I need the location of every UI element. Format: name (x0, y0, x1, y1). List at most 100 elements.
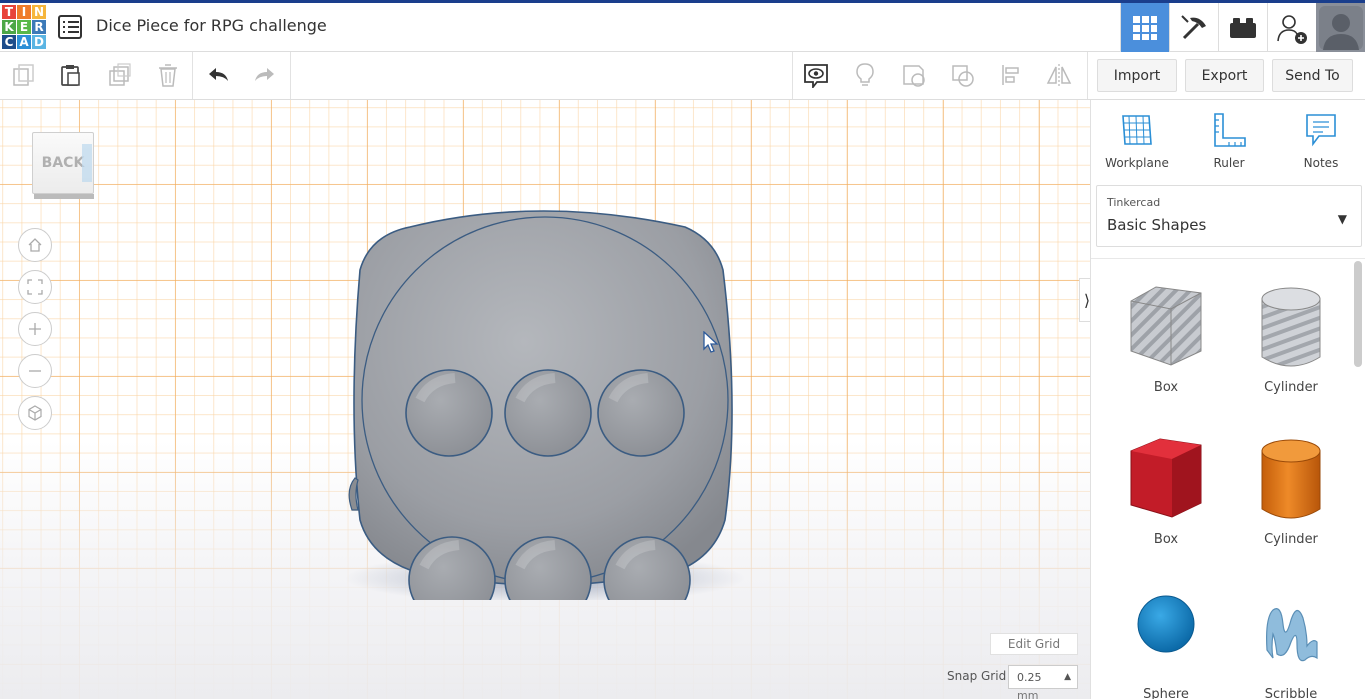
sphere-icon (1137, 595, 1195, 653)
snap-grid-unit: mm (1017, 689, 1039, 699)
shape-cylinder-hole[interactable]: Cylinder (1236, 279, 1346, 419)
design-menu-icon[interactable] (58, 15, 82, 39)
mouse-cursor-icon (703, 331, 719, 353)
logo-letter: C (2, 35, 16, 49)
shape-label: Scribble (1264, 687, 1318, 699)
ruler-tool[interactable]: Ruler (1189, 112, 1269, 170)
perspective-button[interactable] (18, 396, 52, 430)
cube-icon (28, 405, 42, 421)
ruler-label: Ruler (1213, 156, 1245, 170)
scribble-icon (1266, 608, 1318, 662)
shape-library-select[interactable]: Tinkercad Basic Shapes ▼ (1096, 185, 1362, 247)
shape-scribble[interactable]: Scribble (1236, 584, 1346, 699)
shapes-grid: Box Cylinder Box Cylinder Sphere Scribbl… (1091, 258, 1365, 699)
undo-icon (209, 68, 228, 81)
user-avatar-button[interactable] (1316, 3, 1365, 52)
logo-letter: E (17, 20, 31, 34)
workplane-canvas[interactable]: BACK Edit Grid Snap Grid 0.25 ▲ mm (0, 100, 1090, 699)
notes-visibility-button[interactable] (803, 62, 829, 88)
duplicate-icon (109, 63, 131, 86)
paste-button[interactable] (58, 62, 84, 88)
import-button[interactable]: Import (1097, 59, 1177, 92)
notes-icon (1306, 114, 1336, 147)
box-hole-icon (1130, 286, 1202, 366)
trash-icon (159, 64, 177, 87)
align-icon (1002, 65, 1019, 85)
notes-tool[interactable]: Notes (1281, 112, 1361, 170)
group-button[interactable] (901, 62, 927, 88)
shape-box[interactable]: Box (1111, 431, 1221, 571)
delete-button[interactable] (155, 62, 181, 88)
fit-view-icon (27, 279, 43, 295)
logo-letter: T (2, 5, 16, 19)
logo-letter: D (32, 35, 46, 49)
snap-grid-select[interactable]: 0.25 ▲ (1008, 665, 1078, 689)
logo-letter: N (32, 5, 46, 19)
mirror-icon (1046, 64, 1072, 86)
blocks-view-button[interactable] (1169, 3, 1218, 52)
zoom-out-button[interactable] (18, 354, 52, 388)
workplane-icon (1122, 115, 1152, 145)
shapes-scrollbar[interactable] (1354, 261, 1362, 367)
notes-label: Notes (1303, 156, 1339, 170)
shape-box-hole[interactable]: Box (1111, 279, 1221, 419)
library-name: Basic Shapes (1107, 216, 1207, 234)
undo-button[interactable] (205, 62, 231, 88)
home-icon (28, 238, 42, 252)
cylinder-hole-icon (1261, 287, 1321, 367)
export-button[interactable]: Export (1185, 59, 1264, 92)
invite-user-button[interactable] (1267, 3, 1316, 52)
bricks-view-button[interactable] (1218, 3, 1267, 52)
logo-letter: R (32, 20, 46, 34)
add-user-icon (1277, 14, 1307, 44)
home-view-button[interactable] (18, 228, 52, 262)
avatar (1318, 5, 1363, 50)
send-to-button[interactable]: Send To (1272, 59, 1353, 92)
cylinder-icon (1261, 439, 1321, 519)
redo-button[interactable] (252, 62, 278, 88)
shape-label: Sphere (1143, 687, 1189, 699)
caret-up-icon: ▲ (1064, 672, 1071, 682)
shape-cylinder[interactable]: Cylinder (1236, 431, 1346, 571)
edit-grid-button[interactable]: Edit Grid (990, 633, 1078, 655)
workplane-tool[interactable]: Workplane (1097, 112, 1177, 170)
zoom-in-button[interactable] (18, 312, 52, 346)
copy-icon (13, 64, 34, 86)
mirror-button[interactable] (1046, 62, 1072, 88)
duplicate-button[interactable] (107, 62, 133, 88)
snap-grid-value: 0.25 (1017, 670, 1042, 684)
ruler-icon (1214, 113, 1246, 147)
logo-letter: A (17, 35, 31, 49)
tinkercad-logo[interactable]: TIN KER CAD (2, 5, 46, 49)
shape-sphere[interactable]: Sphere (1111, 584, 1221, 699)
eye-comment-icon (804, 64, 828, 88)
group-icon (903, 65, 925, 87)
shape-label: Box (1153, 532, 1179, 547)
light-bulb-button[interactable] (852, 62, 878, 88)
view-cube[interactable]: BACK (32, 132, 96, 200)
logo-letter: I (17, 5, 31, 19)
paste-icon (61, 65, 80, 86)
copy-button[interactable] (11, 62, 37, 88)
3d-design-view-button[interactable] (1120, 3, 1169, 52)
minus-icon (29, 370, 41, 372)
shape-label: Cylinder (1264, 380, 1318, 395)
plus-icon (29, 323, 41, 335)
shapes-panel: Workplane Ruler Notes Tinkercad Basic Sh… (1090, 100, 1365, 699)
library-source: Tinkercad (1107, 196, 1161, 209)
box-icon (1130, 438, 1202, 518)
edit-toolbar: Import Export Send To (0, 52, 1365, 100)
ungroup-button[interactable] (950, 62, 976, 88)
pickaxe-icon (1181, 14, 1206, 39)
bricks-icon (1230, 17, 1256, 38)
dice-model[interactable] (330, 200, 750, 600)
fit-view-button[interactable] (18, 270, 52, 304)
workplane-label: Workplane (1105, 156, 1169, 170)
top-bar: TIN KER CAD Dice Piece for RPG challenge (0, 0, 1365, 52)
design-title[interactable]: Dice Piece for RPG challenge (96, 16, 327, 35)
grid-view-icon (1133, 15, 1157, 40)
align-button[interactable] (999, 62, 1025, 88)
dice-left-bump (348, 477, 359, 511)
shape-label: Cylinder (1264, 532, 1318, 547)
snap-grid-label: Snap Grid (947, 669, 1007, 683)
